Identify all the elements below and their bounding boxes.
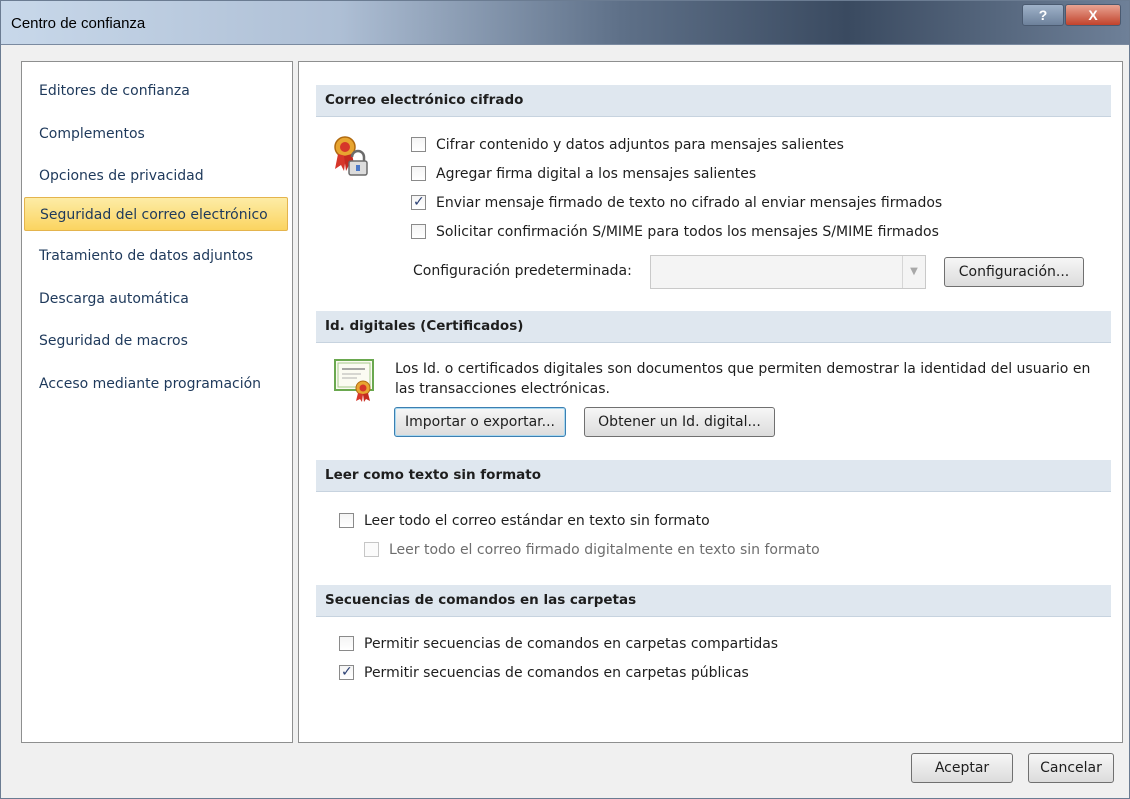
certificate-icon: [334, 359, 374, 402]
help-button[interactable]: ?: [1022, 4, 1064, 26]
nav-item-automatic-download[interactable]: Descarga automática: [24, 282, 288, 316]
nav-item-privacy-options[interactable]: Opciones de privacidad: [24, 159, 288, 193]
scripts-shared-label: Permitir secuencias de comandos en carpe…: [364, 636, 779, 652]
default-config-label: Configuración predeterminada:: [413, 263, 632, 279]
ok-button[interactable]: Aceptar: [911, 753, 1013, 783]
nav-item-attachment-handling[interactable]: Tratamiento de datos adjuntos: [24, 239, 288, 273]
request-smime-checkbox[interactable]: [411, 224, 426, 239]
category-list: Editores de confianza Complementos Opcio…: [21, 61, 293, 743]
help-icon: ?: [1038, 7, 1048, 23]
request-smime-label: Solicitar confirmación S/MIME para todos…: [436, 224, 939, 240]
default-config-dropdown[interactable]: ▼: [650, 255, 926, 289]
read-signed-plain-text-checkbox: [364, 542, 379, 557]
window-title: Centro de confianza: [11, 15, 146, 32]
add-signature-checkbox[interactable]: [411, 166, 426, 181]
read-signed-plain-text-label: Leer todo el correo firmado digitalmente…: [389, 542, 820, 558]
read-plain-text-checkbox[interactable]: [339, 513, 354, 528]
scripts-shared-checkbox[interactable]: [339, 636, 354, 651]
send-clear-text-checkbox[interactable]: [411, 191, 426, 213]
nav-item-trusted-publishers[interactable]: Editores de confianza: [24, 74, 288, 108]
option-encrypt-content[interactable]: Cifrar contenido y datos adjuntos para m…: [411, 134, 844, 156]
option-scripts-shared-folders[interactable]: Permitir secuencias de comandos en carpe…: [339, 633, 778, 655]
option-read-signed-plain-text: Leer todo el correo firmado digitalmente…: [364, 539, 820, 561]
option-send-clear-text-signed[interactable]: Enviar mensaje firmado de texto no cifra…: [411, 191, 943, 214]
get-digital-id-button[interactable]: Obtener un Id. digital...: [584, 407, 775, 437]
scripts-public-label: Permitir secuencias de comandos en carpe…: [364, 665, 749, 681]
section-header-encrypted-mail: Correo electrónico cifrado: [316, 85, 1111, 117]
close-button[interactable]: X: [1065, 4, 1121, 26]
encrypt-content-checkbox[interactable]: [411, 137, 426, 152]
cancel-button[interactable]: Cancelar: [1028, 753, 1114, 783]
encrypt-content-label: Cifrar contenido y datos adjuntos para m…: [436, 137, 844, 153]
nav-item-email-security[interactable]: Seguridad del correo electrónico: [24, 197, 288, 231]
digital-ids-description-line2: las transacciones electrónicas.: [395, 381, 610, 397]
option-read-all-plain-text[interactable]: Leer todo el correo estándar en texto si…: [339, 510, 710, 532]
import-export-button[interactable]: Importar o exportar...: [394, 407, 566, 437]
option-request-smime-receipt[interactable]: Solicitar confirmación S/MIME para todos…: [411, 221, 939, 243]
settings-panel: Correo electrónico cifrado Cifrar conten…: [298, 61, 1123, 743]
read-plain-text-label: Leer todo el correo estándar en texto si…: [364, 513, 710, 529]
nav-item-macro-security[interactable]: Seguridad de macros: [24, 324, 288, 358]
option-add-digital-signature[interactable]: Agregar firma digital a los mensajes sal…: [411, 163, 756, 185]
section-header-digital-ids: Id. digitales (Certificados): [316, 311, 1111, 343]
option-scripts-public-folders[interactable]: Permitir secuencias de comandos en carpe…: [339, 661, 749, 684]
section-header-plain-text: Leer como texto sin formato: [316, 460, 1111, 492]
scripts-public-checkbox[interactable]: [339, 661, 354, 683]
chevron-down-icon[interactable]: ▼: [902, 256, 925, 288]
nav-item-add-ins[interactable]: Complementos: [24, 117, 288, 151]
certificate-lock-icon: [334, 136, 368, 176]
title-bar[interactable]: Centro de confianza ? X: [1, 1, 1129, 45]
add-signature-label: Agregar firma digital a los mensajes sal…: [436, 166, 757, 182]
trust-center-dialog: Centro de confianza ? X Editores de conf…: [0, 0, 1130, 799]
section-header-folder-scripts: Secuencias de comandos en las carpetas: [316, 585, 1111, 617]
send-clear-text-label: Enviar mensaje firmado de texto no cifra…: [436, 195, 943, 211]
digital-ids-description-line1: Los Id. o certificados digitales son doc…: [395, 361, 1091, 377]
close-icon: X: [1088, 7, 1098, 23]
configuration-button[interactable]: Configuración...: [944, 257, 1084, 287]
nav-item-programmatic-access[interactable]: Acceso mediante programación: [24, 367, 288, 401]
